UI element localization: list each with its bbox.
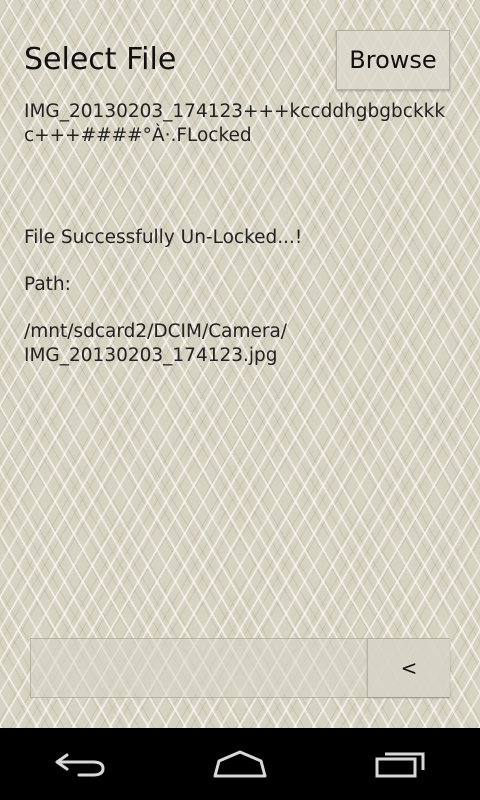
bottom-bar: < xyxy=(30,638,450,698)
recent-apps-icon xyxy=(375,752,425,778)
path-label: Path: xyxy=(24,274,71,295)
back-icon xyxy=(55,753,105,777)
path-value: /mnt/sdcard2/DCIM/Camera/ IMG_20130203_1… xyxy=(24,321,288,366)
back-arrow-button[interactable]: < xyxy=(367,639,450,697)
page-title: Select File xyxy=(24,42,177,77)
nav-home-button[interactable] xyxy=(195,734,285,794)
bottom-input-field[interactable] xyxy=(31,639,367,697)
nav-back-button[interactable] xyxy=(35,734,125,794)
nav-recent-apps-button[interactable] xyxy=(355,734,445,794)
app-screen: Select File Browse IMG_20130203_174123++… xyxy=(0,0,480,728)
browse-button[interactable]: Browse xyxy=(336,30,450,90)
file-name-text: IMG_20130203_174123+++kccddhgbgbckkk c++… xyxy=(24,101,446,146)
system-navigation-bar xyxy=(0,728,480,800)
home-icon xyxy=(213,750,267,778)
status-text: File Successfully Un-Locked...! xyxy=(24,227,303,248)
